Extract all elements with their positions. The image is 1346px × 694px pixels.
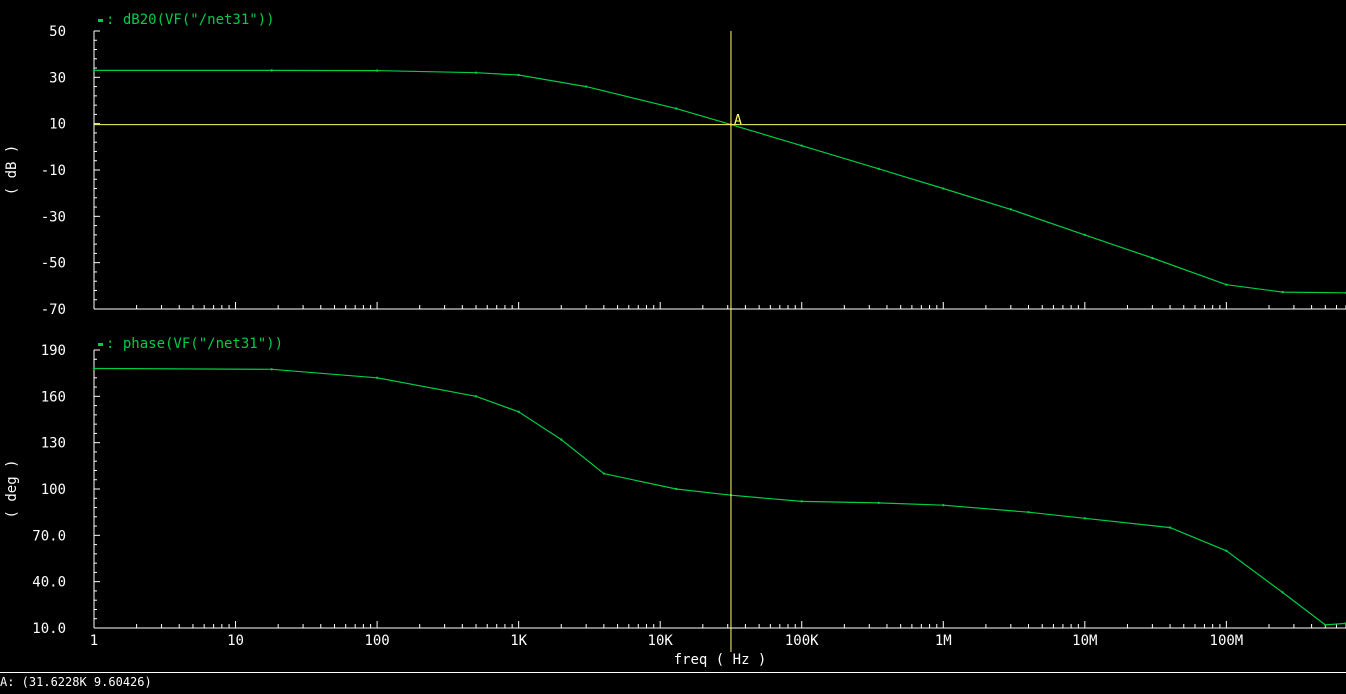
y-tick-label: 50 bbox=[49, 24, 66, 40]
y-tick-label: 10.0 bbox=[32, 621, 66, 637]
y-tick-label: -50 bbox=[41, 256, 66, 272]
y-tick-label: 30 bbox=[49, 70, 66, 86]
data-point bbox=[1083, 233, 1087, 237]
x-tick-label: 1M bbox=[935, 633, 952, 649]
data-point bbox=[92, 69, 96, 72]
series-line bbox=[93, 367, 1346, 626]
series-line bbox=[94, 69, 1346, 294]
data-point bbox=[1225, 283, 1228, 286]
legend-swatch bbox=[98, 343, 103, 346]
data-point bbox=[675, 487, 678, 491]
y-tick-label: -10 bbox=[41, 163, 66, 179]
data-point bbox=[92, 367, 96, 370]
y-tick-label: 40.0 bbox=[32, 575, 66, 591]
x-tick-label: 1 bbox=[90, 633, 98, 649]
data-point bbox=[800, 500, 803, 503]
x-tick-label: 10M bbox=[1072, 633, 1097, 649]
y-tick-label: 190 bbox=[41, 343, 66, 359]
y-tick-label: 70.0 bbox=[32, 528, 66, 544]
data-point bbox=[584, 85, 588, 88]
data-point bbox=[270, 368, 273, 371]
y-tick-label: 100 bbox=[41, 482, 66, 498]
legend-swatch bbox=[98, 19, 103, 22]
y-tick-label: -30 bbox=[41, 209, 66, 225]
legend-label: : phase(VF("/net31")) bbox=[106, 336, 283, 352]
y-tick-label: 160 bbox=[41, 389, 66, 405]
data-point bbox=[942, 504, 945, 507]
y-axis-label: ( dB ) bbox=[4, 145, 20, 196]
data-point bbox=[517, 410, 520, 413]
y-axis-label: ( deg ) bbox=[4, 459, 20, 518]
data-point bbox=[1281, 290, 1284, 294]
data-point bbox=[474, 71, 478, 74]
data-point bbox=[517, 73, 520, 77]
x-axis-label: freq ( Hz ) bbox=[674, 652, 767, 668]
marker-label: A bbox=[734, 113, 742, 128]
data-point bbox=[602, 472, 606, 475]
x-tick-label: 10K bbox=[648, 633, 674, 649]
x-tick-label: 100 bbox=[364, 633, 389, 649]
data-point bbox=[1009, 208, 1013, 211]
y-tick-label: -70 bbox=[41, 302, 66, 318]
data-point bbox=[1168, 526, 1172, 529]
data-point bbox=[375, 69, 379, 72]
data-point bbox=[1281, 591, 1284, 594]
cursor-readout: A: (31.6228K 9.60426) bbox=[0, 672, 1346, 694]
data-point bbox=[474, 395, 478, 398]
data-point bbox=[270, 69, 273, 72]
data-point bbox=[800, 144, 803, 147]
data-point bbox=[560, 438, 563, 441]
data-point bbox=[942, 187, 945, 190]
y-tick-label: 10 bbox=[49, 117, 66, 133]
data-point bbox=[1083, 517, 1087, 520]
x-tick-label: 100M bbox=[1210, 633, 1244, 649]
data-point bbox=[1151, 256, 1154, 260]
data-point bbox=[675, 107, 678, 110]
data-point bbox=[375, 376, 379, 379]
data-point bbox=[877, 501, 880, 505]
x-tick-label: 1K bbox=[510, 633, 527, 649]
x-tick-label: 10 bbox=[227, 633, 244, 649]
legend-label: : dB20(VF("/net31")) bbox=[106, 12, 275, 28]
x-tick-label: 100K bbox=[785, 633, 819, 649]
waveform-plot[interactable]: 50 30 10 -10 -30 -50 -70 ( dB ) : dB20(VF("/net3… bbox=[0, 0, 1346, 672]
data-point bbox=[1324, 623, 1327, 627]
data-point bbox=[1027, 510, 1030, 514]
data-point bbox=[1225, 549, 1228, 552]
y-tick-label: 130 bbox=[41, 436, 66, 452]
data-point bbox=[877, 167, 880, 171]
